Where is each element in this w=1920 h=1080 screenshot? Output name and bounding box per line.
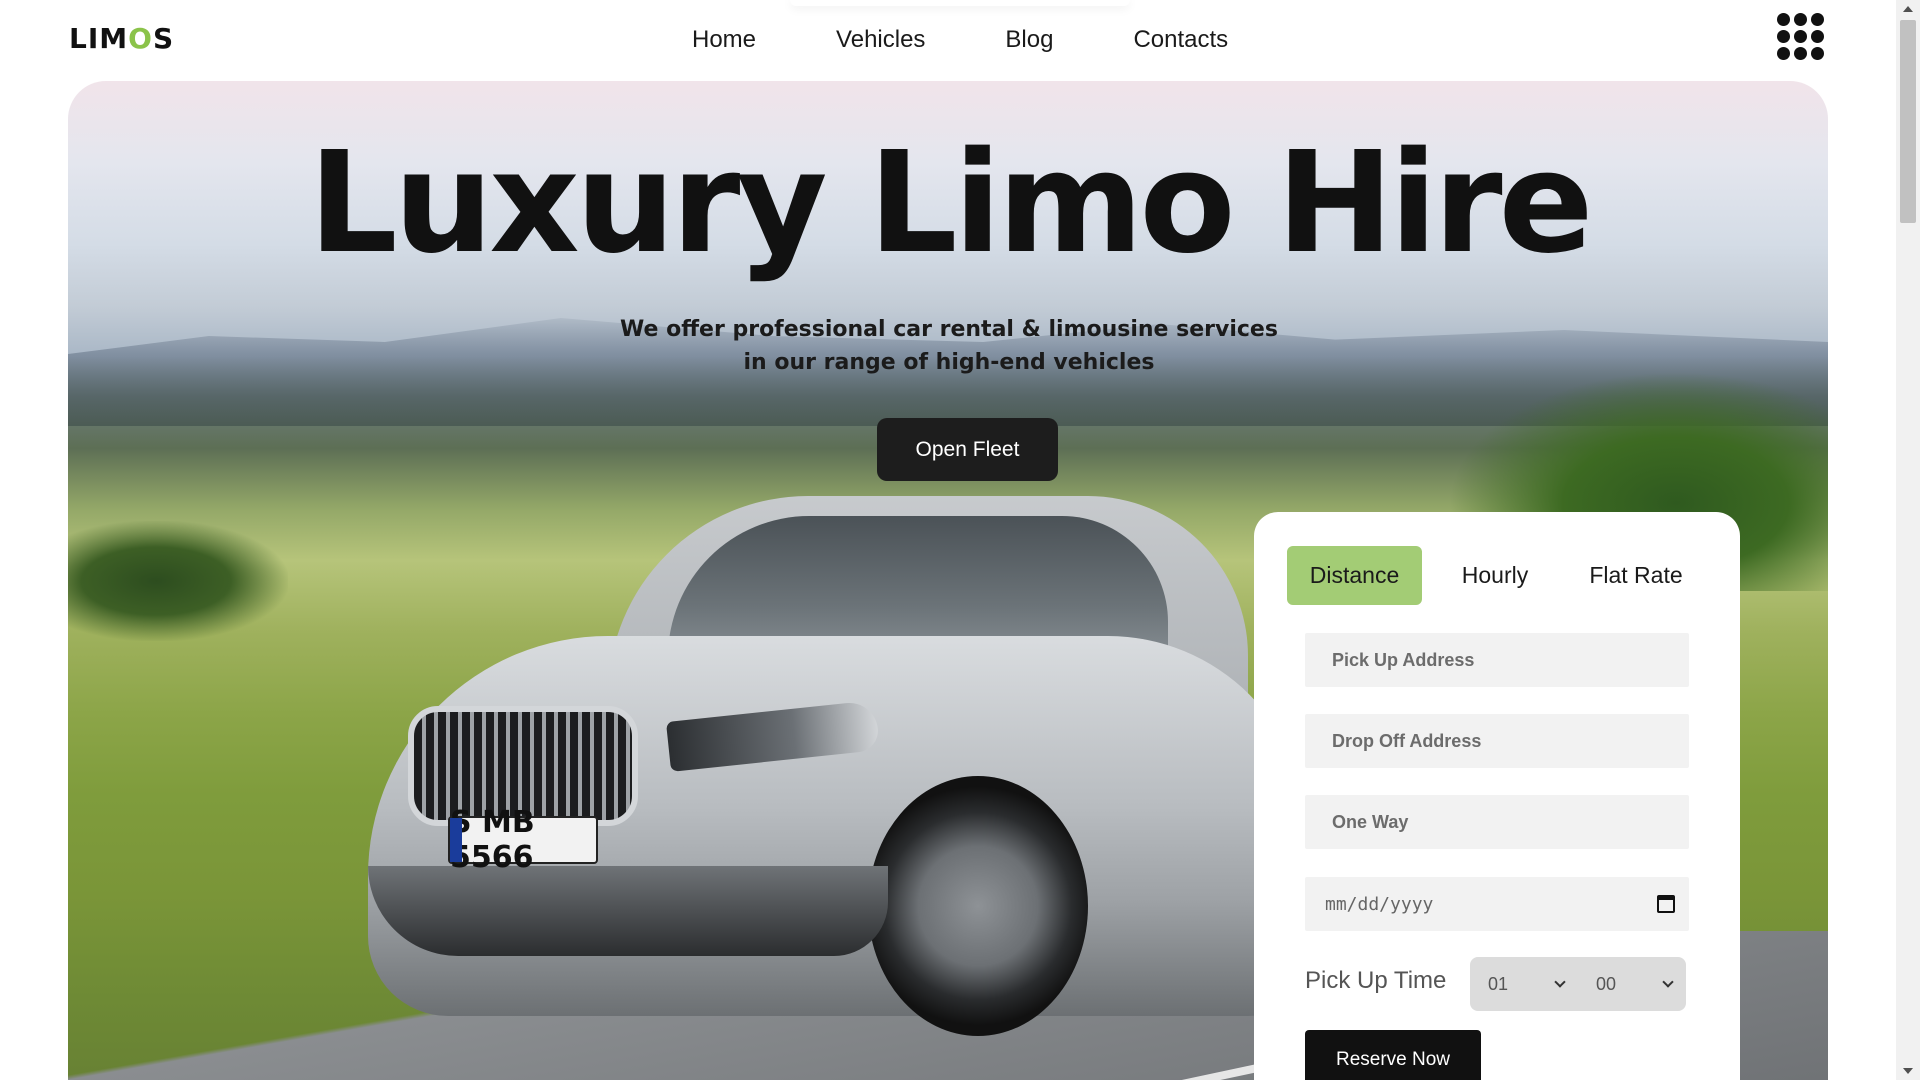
dropoff-address-input[interactable] bbox=[1305, 714, 1689, 768]
pickup-date-input[interactable]: mm/dd/yyyy bbox=[1305, 877, 1689, 931]
logo-text-start: LIM bbox=[69, 22, 129, 55]
minute-select[interactable]: 00 bbox=[1578, 957, 1686, 1011]
trip-type-input[interactable] bbox=[1305, 795, 1689, 849]
grid-dots-icon[interactable] bbox=[1777, 13, 1825, 61]
car-plate-text: S MB 5566 bbox=[450, 805, 535, 875]
pickup-address-input[interactable] bbox=[1305, 633, 1689, 687]
hero-subtitle-line-1: We offer professional car rental & limou… bbox=[620, 317, 1278, 342]
tab-distance[interactable]: Distance bbox=[1287, 546, 1422, 605]
date-placeholder: mm/dd/yyyy bbox=[1325, 893, 1434, 915]
logo-text-accent: O bbox=[128, 22, 153, 55]
nav-link-blog[interactable]: Blog bbox=[1005, 26, 1053, 54]
booking-form-card: Distance Hourly Flat Rate mm/dd/yyyy Pic… bbox=[1254, 512, 1740, 1080]
hero-title: Luxury Limo Hire bbox=[308, 122, 1593, 285]
nav-link-home[interactable]: Home bbox=[692, 26, 756, 54]
scrollbar-thumb[interactable] bbox=[1900, 20, 1916, 223]
tab-hourly[interactable]: Hourly bbox=[1422, 546, 1568, 605]
hero-subtitle: We offer professional car rental & limou… bbox=[0, 313, 1898, 379]
chevron-down-icon bbox=[1554, 976, 1566, 988]
logo-text-end: S bbox=[152, 22, 175, 55]
page-scrollbar[interactable] bbox=[1896, 0, 1920, 1080]
main-nav: Home Vehicles Blog Contacts bbox=[692, 26, 1228, 54]
booking-tabs: Distance Hourly Flat Rate bbox=[1287, 546, 1704, 605]
hero-subtitle-line-2: in our range of high-end vehicles bbox=[743, 350, 1155, 375]
chevron-down-icon bbox=[1662, 976, 1674, 988]
tab-flat-rate[interactable]: Flat Rate bbox=[1568, 546, 1704, 605]
car-license-plate: S MB 5566 bbox=[448, 805, 598, 875]
header-shadow-decoration bbox=[790, 0, 1130, 6]
open-fleet-button[interactable]: Open Fleet bbox=[877, 418, 1058, 481]
hour-select[interactable]: 01 bbox=[1470, 957, 1578, 1011]
nav-link-vehicles[interactable]: Vehicles bbox=[836, 26, 925, 54]
pickup-time-label: Pick Up Time bbox=[1305, 967, 1447, 994]
hour-value: 01 bbox=[1488, 973, 1509, 994]
site-logo[interactable]: LIM O S bbox=[69, 22, 174, 55]
reserve-now-button[interactable]: Reserve Now bbox=[1305, 1030, 1481, 1080]
scroll-up-icon[interactable] bbox=[1903, 6, 1913, 12]
nav-link-contacts[interactable]: Contacts bbox=[1133, 26, 1228, 54]
minute-value: 00 bbox=[1596, 973, 1617, 994]
calendar-icon[interactable] bbox=[1657, 895, 1675, 913]
hero-car-image: S MB 5566 bbox=[368, 496, 1308, 1080]
scroll-down-icon[interactable] bbox=[1903, 1068, 1913, 1074]
hero-trees-left bbox=[68, 521, 288, 641]
pickup-time-selects: 01 00 bbox=[1470, 957, 1686, 1011]
